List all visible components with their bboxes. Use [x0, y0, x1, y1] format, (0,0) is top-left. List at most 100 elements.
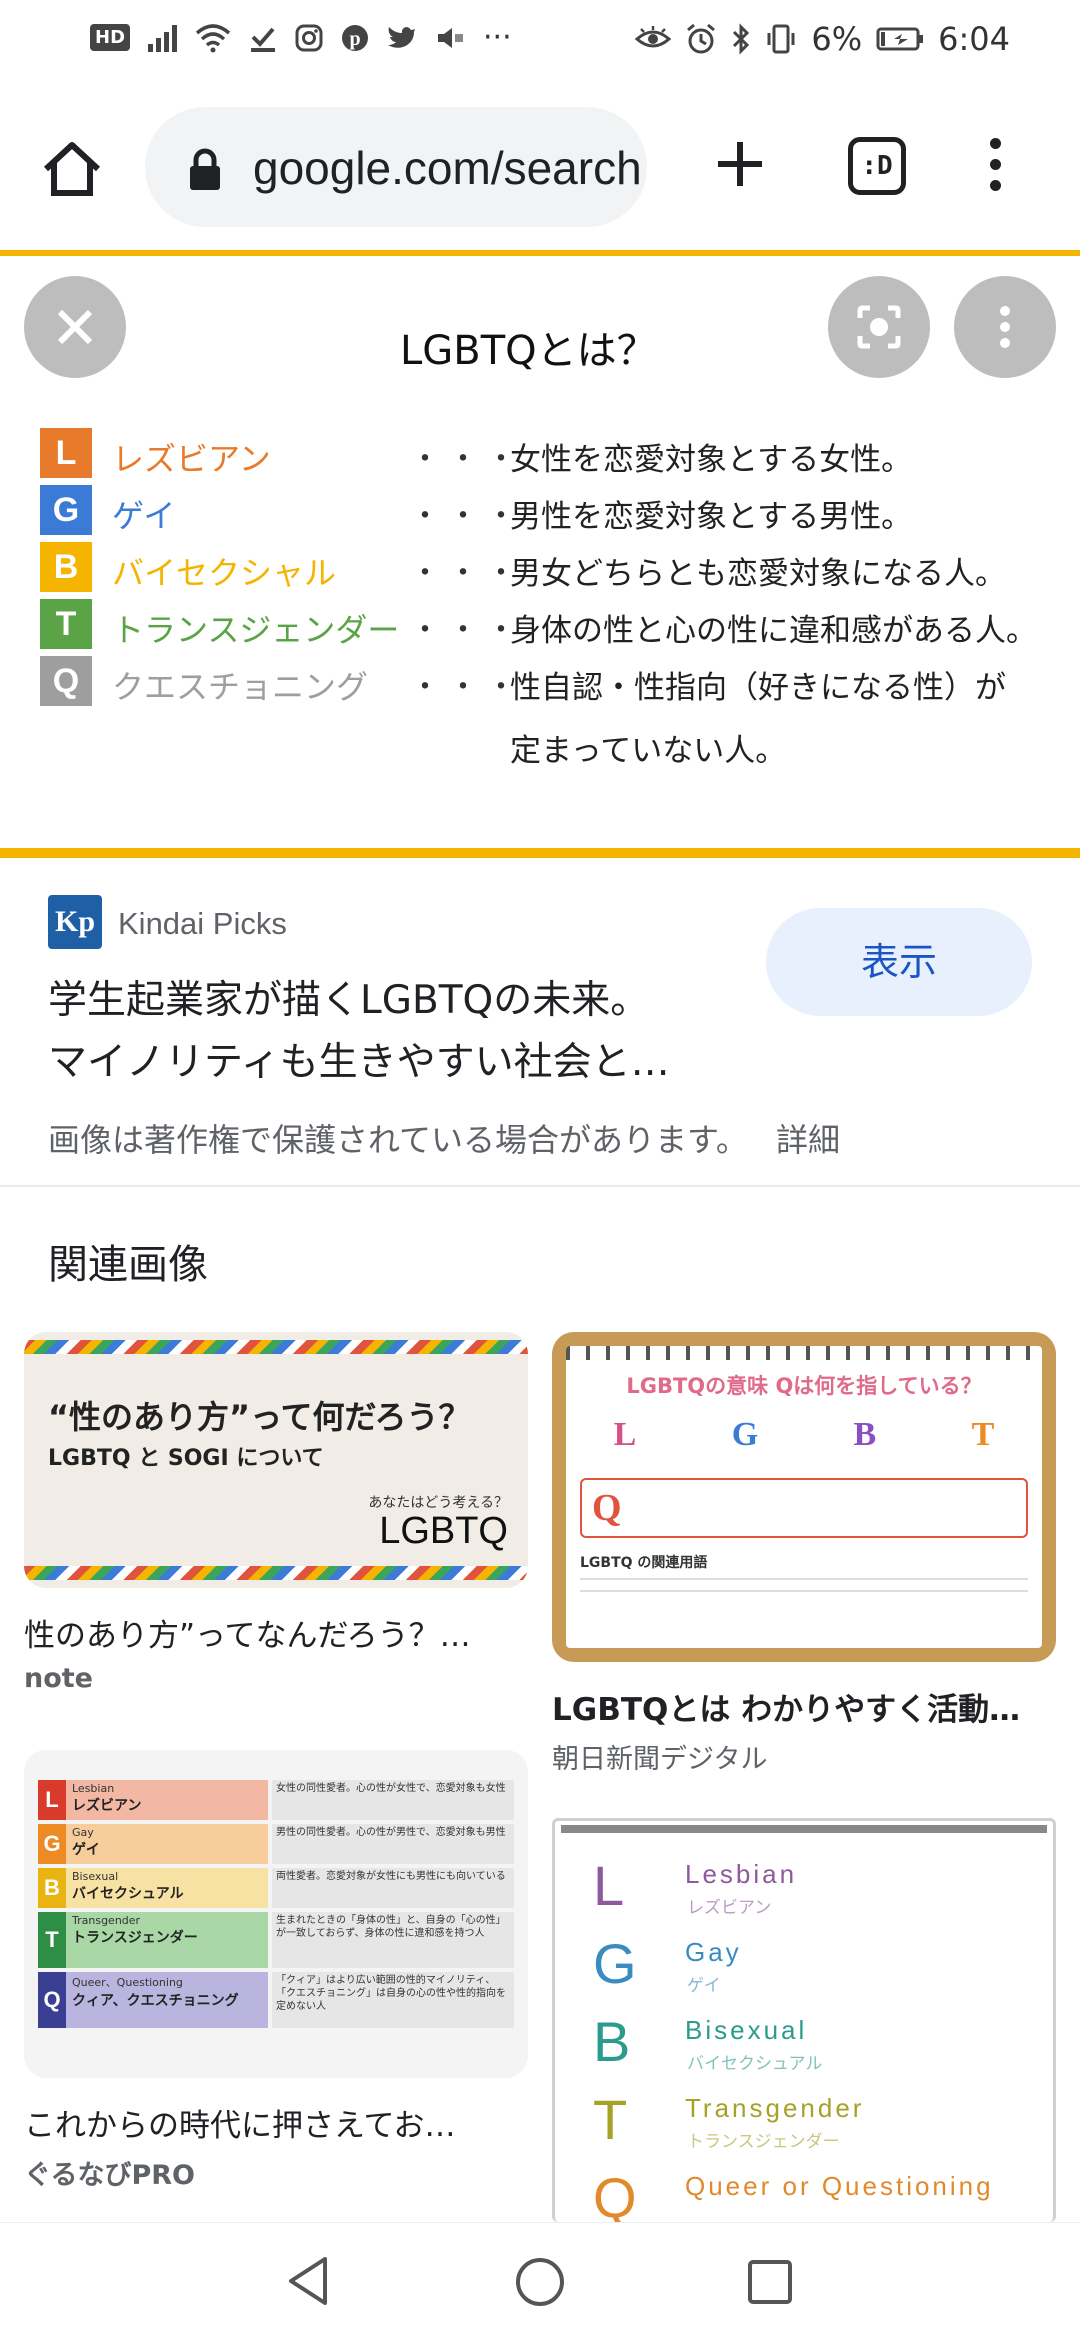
- letter-t: T: [971, 1416, 995, 1453]
- related-source: note: [24, 1663, 93, 1694]
- term-en: Transgender: [685, 2093, 865, 2123]
- letter-l: L: [613, 1416, 637, 1453]
- related-image[interactable]: L Lesbian レズビアン 女性の同性愛者。心の性が女性で、恋愛対象も女性 G Gay…: [24, 1750, 528, 2078]
- term-en: Queer、Questioning: [72, 1976, 183, 1989]
- term-jp: レズビアン: [72, 1798, 142, 1814]
- source-title[interactable]: 学生起業家が描くLGBTQの未来。 マイノリティも生きやすい社会と…: [48, 970, 748, 1094]
- overflow-menu-icon[interactable]: [980, 132, 1010, 202]
- url-text[interactable]: google.com/search: [253, 141, 642, 195]
- term-names: Queer、Questioning クィア、クエスチョニング: [66, 1972, 239, 2028]
- eye-comfort-icon: [635, 26, 672, 48]
- list-item: T Transgender トランスジェンダー: [555, 2083, 1053, 2161]
- more-vert-icon: [1000, 306, 1010, 348]
- big-letter: L: [593, 1854, 625, 1917]
- term-description: 男性を恋愛対象とする男性。: [510, 499, 913, 535]
- details-link[interactable]: 詳細: [776, 1121, 840, 1159]
- related-image[interactable]: “性のあり方”って何だろう？ LGBTQ と SOGI について あなたはどう考…: [24, 1332, 528, 1588]
- battery-charging-icon: [876, 27, 924, 51]
- related-caption[interactable]: LGBTQとは わかりやすく活動…: [552, 1684, 1056, 1729]
- term-names: Lesbian レズビアン: [66, 1780, 141, 1820]
- term-description: 男女どちらとも恋愛対象になる人。: [510, 556, 1006, 592]
- svg-text:p: p: [349, 28, 360, 50]
- img-footer: LGBTQ の関連用語: [580, 1555, 708, 1571]
- home-nav-icon[interactable]: [514, 2256, 566, 2308]
- term-name: クエスチョニング: [112, 668, 369, 706]
- close-icon: [57, 309, 93, 345]
- status-right: 6% 6:04: [635, 20, 1010, 58]
- separator-dots: ・・・: [410, 499, 524, 534]
- related-image-card[interactable]: L Lesbian レズビアン 女性の同性愛者。心の性が女性で、恋愛対象も女性 G Gay…: [24, 1750, 528, 2192]
- term-jp: ゲイ: [72, 1842, 100, 1858]
- term-en: Gay: [72, 1826, 94, 1839]
- term-name: トランスジェンダー: [112, 611, 400, 649]
- img-big-text: LGBTQ: [379, 1510, 508, 1552]
- address-bar[interactable]: google.com/search: [145, 107, 647, 227]
- battery-percent: 6%: [811, 20, 863, 58]
- notebook-page: LGBTQの意味 Qは何を指している？ L G B T Q LGBTQ の関連用…: [566, 1346, 1042, 1648]
- term-name: ゲイ: [112, 497, 176, 535]
- term-jp: トランスジェンダー: [72, 1930, 198, 1946]
- letter-badge: L: [38, 1780, 66, 1820]
- source-title-line1[interactable]: 学生起業家が描くLGBTQの未来。: [48, 970, 748, 1032]
- list-item: G Gay ゲイ: [555, 1927, 1053, 2005]
- home-icon[interactable]: [40, 137, 104, 201]
- lgbtq-table: L Lesbian レズビアン 女性の同性愛者。心の性が女性で、恋愛対象も女性 G Gay…: [38, 1780, 514, 2028]
- letter-badge: Q: [40, 656, 92, 706]
- term-en: Lesbian: [72, 1782, 115, 1795]
- source-title-line2[interactable]: マイノリティも生きやすい社会と…: [48, 1032, 748, 1094]
- separator-dots: ・・・: [410, 670, 524, 705]
- related-image[interactable]: L Lesbian レズビアン G Gay ゲイ B Bisexual バイセクシュアル T Tra…: [552, 1818, 1056, 2222]
- term-en: Lesbian: [685, 1859, 798, 1889]
- term-name: バイセクシャル: [112, 554, 337, 592]
- letter-g: G: [731, 1416, 759, 1453]
- recents-icon[interactable]: [746, 2258, 794, 2306]
- signal-icon: [148, 24, 178, 52]
- copyright-text: 画像は著作権で保護されている場合があります。: [48, 1121, 748, 1159]
- term-en: Bisexual: [72, 1870, 119, 1883]
- system-navigation-bar: [0, 2222, 1080, 2340]
- related-image-card[interactable]: LGBTQの意味 Qは何を指している？ L G B T Q LGBTQ の関連用…: [552, 1332, 1056, 1776]
- q-box: Q: [580, 1478, 1028, 1538]
- site-logo: Kp: [48, 895, 102, 949]
- letter-badge: T: [40, 599, 92, 649]
- related-caption[interactable]: これからの時代に押さえてお…: [24, 2100, 528, 2145]
- bluetooth-icon: [733, 23, 750, 55]
- table-row-label: B Bisexual バイセクシュアル: [38, 1868, 268, 1908]
- term-en: Transgender: [72, 1914, 141, 1927]
- term-name: レズビアン: [112, 440, 271, 478]
- term-jp: ゲイ: [687, 1976, 721, 1996]
- letter-badge: G: [38, 1824, 66, 1864]
- img-title: LGBTQの意味 Qは何を指している？: [626, 1374, 982, 1398]
- visit-button[interactable]: 表示: [766, 908, 1032, 1016]
- section-divider: [0, 1185, 1080, 1187]
- img-title: “性のあり方”って何だろう？: [48, 1398, 471, 1436]
- clock: 6:04: [938, 20, 1010, 58]
- term-jp: レズビアン: [687, 1898, 772, 1918]
- table-row-label: Q Queer、Questioning クィア、クエスチョニング: [38, 1972, 268, 2028]
- related-caption[interactable]: 性のあり方”ってなんだろう？…: [24, 1610, 528, 1655]
- related-image-card[interactable]: “性のあり方”って何だろう？ LGBTQ と SOGI について あなたはどう考…: [24, 1332, 528, 1694]
- image-more-options-button[interactable]: [954, 276, 1056, 378]
- term-description: 生まれたときの「身体の性」と、自身の「心の性」が一致しておらず、身体の性に違和感…: [272, 1912, 514, 1968]
- term-description: 身体の性と心の性に違和感がある人。: [510, 613, 1037, 649]
- new-tab-icon[interactable]: [708, 132, 772, 196]
- lock-icon[interactable]: [187, 147, 223, 191]
- img-top-bar: [561, 1825, 1047, 1833]
- table-row: L Lesbian レズビアン 女性の同性愛者。心の性が女性で、恋愛対象も女性: [38, 1780, 514, 1820]
- close-viewer-button[interactable]: [24, 276, 126, 378]
- decorative-stripe: [24, 1340, 528, 1354]
- back-icon[interactable]: [285, 2255, 331, 2307]
- related-image[interactable]: LGBTQの意味 Qは何を指している？ L G B T Q LGBTQ の関連用…: [552, 1332, 1056, 1662]
- site-name: Kindai Picks: [118, 906, 287, 941]
- table-row: T Transgender トランスジェンダー 生まれたときの「身体の性」と、自身の「…: [38, 1912, 514, 1968]
- twitter-icon: [388, 26, 416, 48]
- image-border-top: [0, 250, 1080, 256]
- related-image-card[interactable]: L Lesbian レズビアン G Gay ゲイ B Bisexual バイセクシュアル T Tra…: [552, 1818, 1056, 2222]
- letter-badge: Q: [38, 1972, 66, 2028]
- tab-switcher-button[interactable]: :D: [848, 137, 906, 195]
- lens-button[interactable]: [828, 276, 930, 378]
- lgbtq-list: L Lesbian レズビアン G Gay ゲイ B Bisexual バイセクシュアル T Tra…: [555, 1849, 1053, 2222]
- term-jp: クィア、クエスチョニング: [72, 1993, 239, 2009]
- big-letter: B: [593, 2010, 631, 2073]
- term-description: 両性愛者。恋愛対象が女性にも男性にも向いている: [272, 1868, 514, 1908]
